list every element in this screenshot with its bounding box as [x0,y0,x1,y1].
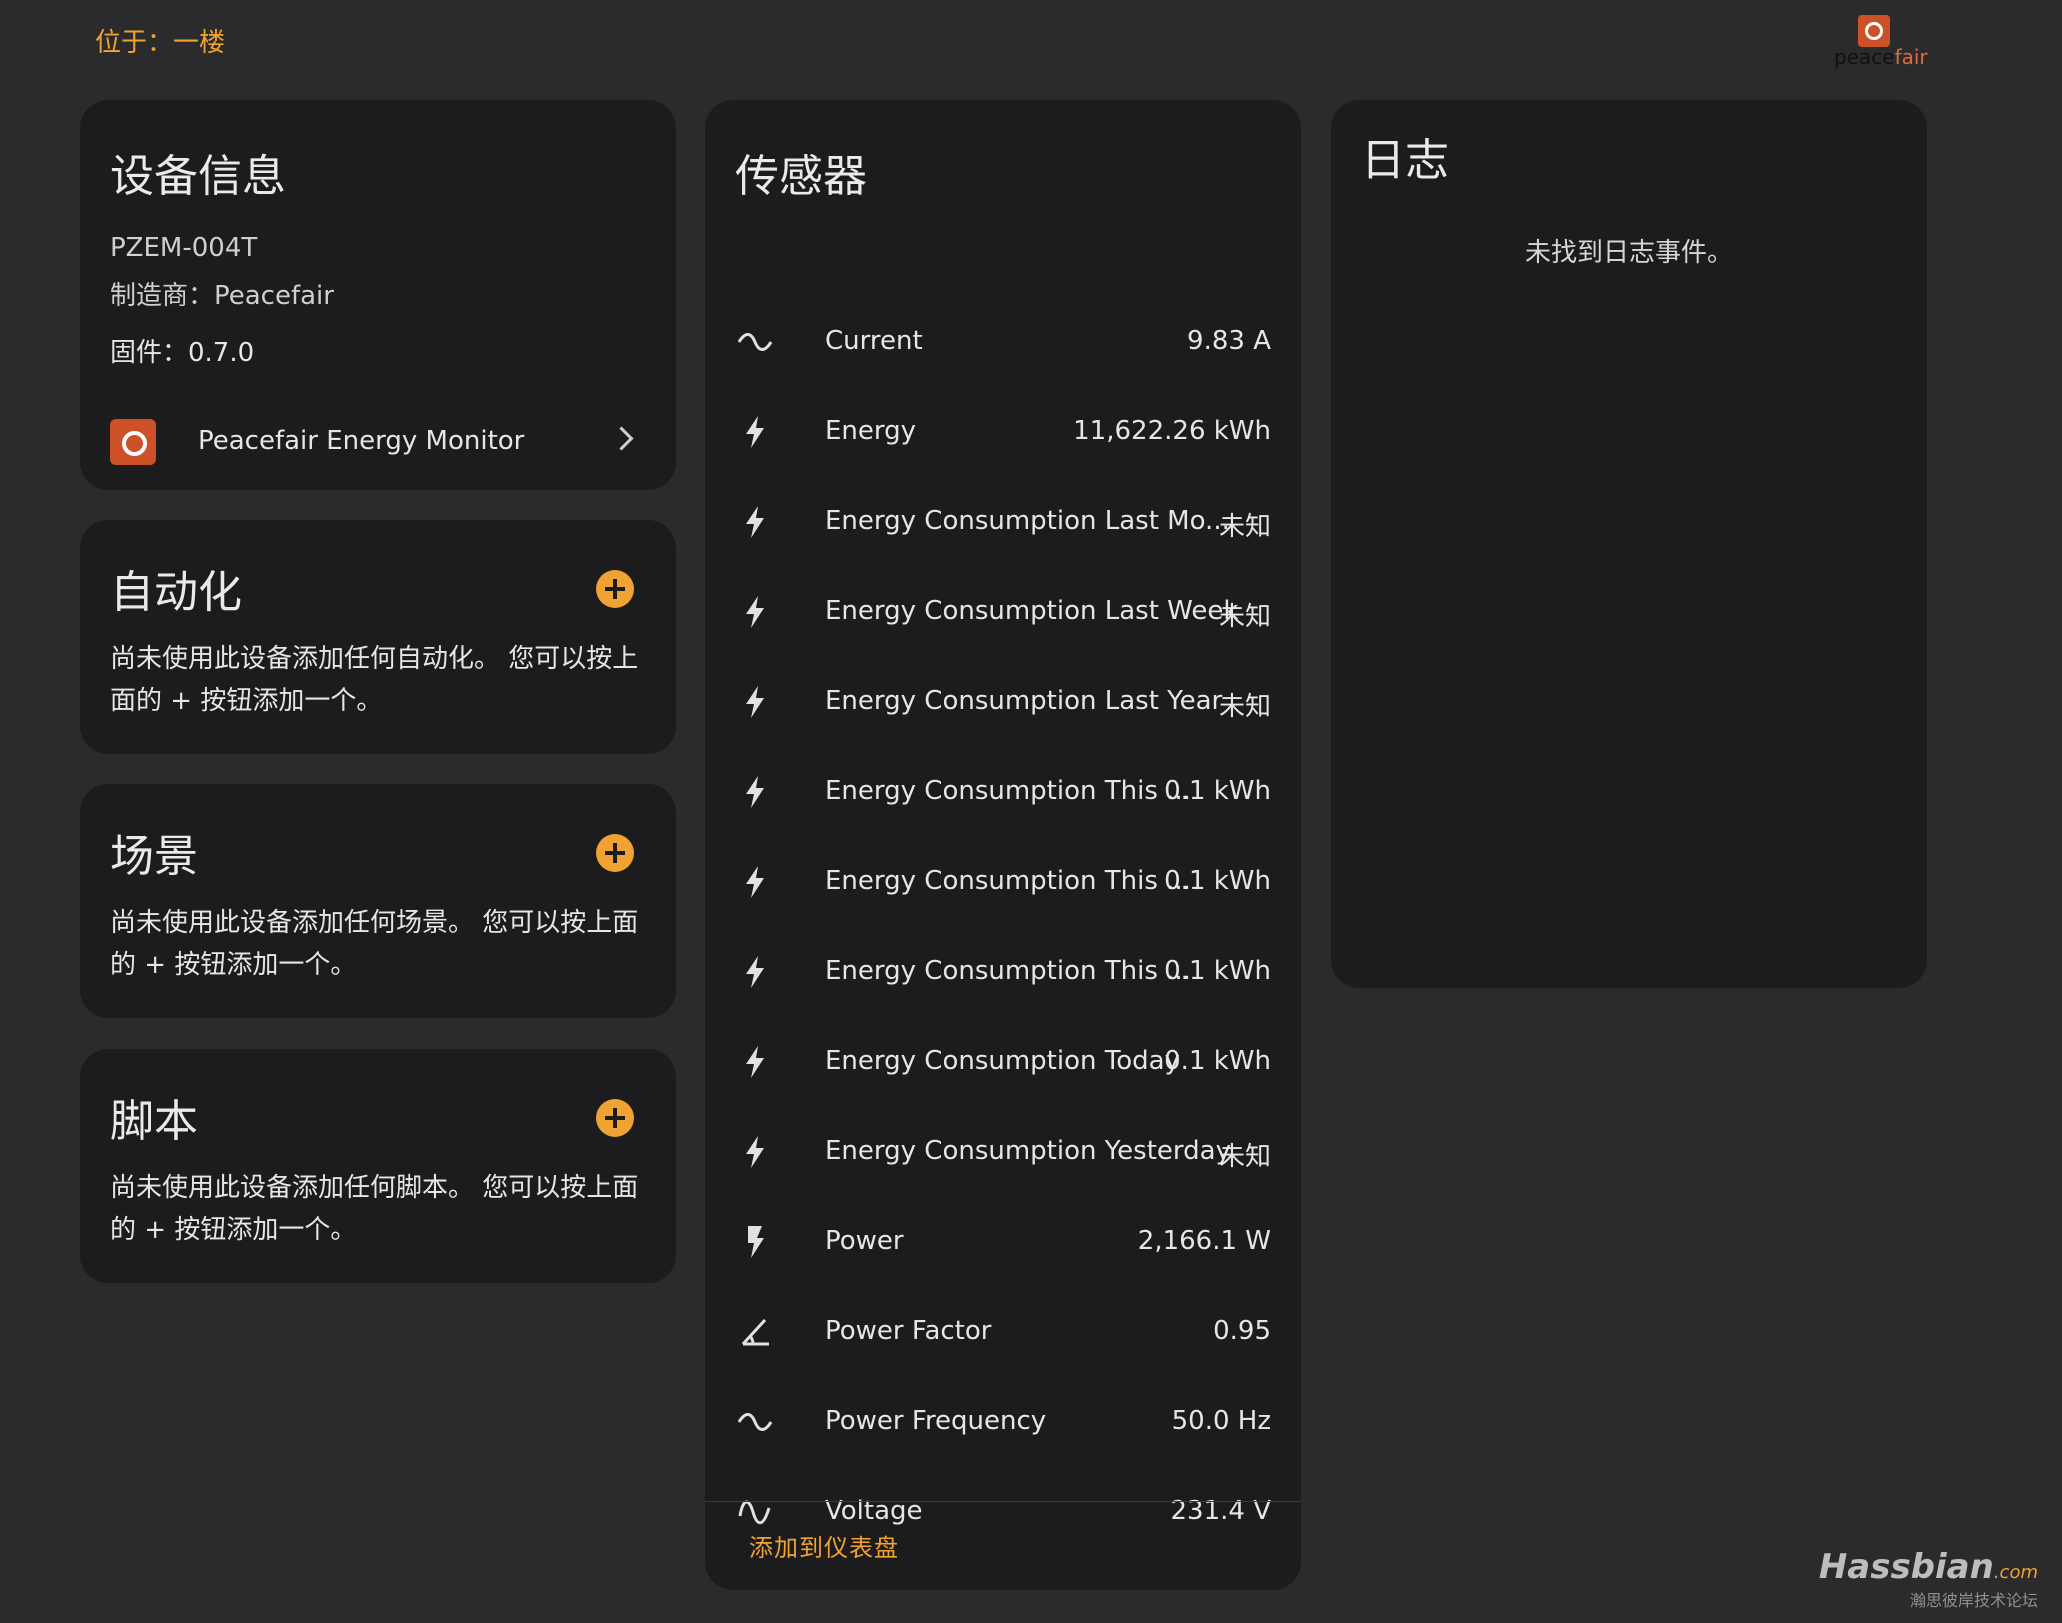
sensor-name: Energy Consumption Last Mo... [825,506,1230,536]
sensor-value: 0.1 kWh [1164,956,1271,986]
sensor-row[interactable]: Energy Consumption Today 0.1 kWh [705,1032,1301,1092]
automation-title: 自动化 [110,567,242,618]
sensor-value: 未知 [1218,1142,1271,1172]
sensor-value: 0.95 [1213,1316,1271,1346]
sensor-row[interactable]: Energy 11,622.26 kWh [705,402,1301,462]
sensor-value: 0.1 kWh [1164,866,1271,896]
lightning-icon [737,594,773,630]
brand-word-b: fair [1894,45,1928,69]
lightning-icon [737,684,773,720]
add-script-button[interactable] [596,1099,634,1137]
sensor-value: 未知 [1218,692,1271,722]
logbook-card: 日志 未找到日志事件。 [1331,100,1927,988]
logbook-empty-text: 未找到日志事件。 [1524,238,1733,268]
lightning-icon [737,1044,773,1080]
sensor-name: Energy Consumption This ... [825,956,1191,986]
add-scene-button[interactable] [596,834,634,872]
location-breadcrumb[interactable]: 位于：一楼 [95,22,225,59]
scripts-empty-text: 尚未使用此设备添加任何脚本。 您可以按上面的 + 按钮添加一个。 [110,1173,639,1245]
brand-word-a: peace [1834,45,1895,69]
sensors-card: 传感器 Current 9.83 A Energy 11,622.26 kWh Ener… [705,100,1301,1590]
lightning-icon [737,1134,773,1170]
sensor-name: Current [825,326,923,356]
sensor-value: 未知 [1218,602,1271,632]
sensor-name: Energy Consumption This ... [825,866,1191,896]
angle-icon [737,1314,773,1350]
watermark-sub: 瀚思彼岸技术论坛 [1909,1591,2038,1610]
scenes-title: 场景 [110,831,198,882]
sensor-name: Power [825,1226,904,1256]
scenes-empty-text: 尚未使用此设备添加任何场景。 您可以按上面的 + 按钮添加一个。 [110,908,639,980]
device-model: PZEM-004T [110,233,258,263]
sensor-row[interactable]: Energy Consumption Last Mo... 未知 [705,492,1301,552]
lightning-icon [737,504,773,540]
lightning-icon [737,864,773,900]
sensor-row[interactable]: Current 9.83 A [705,312,1301,372]
sensor-name: Energy Consumption Last Week [825,596,1239,626]
sensor-value: 0.1 kWh [1164,776,1271,806]
sensor-row[interactable]: Power Factor 0.95 [705,1302,1301,1362]
sensor-row[interactable]: Energy Consumption This ... 0.1 kWh [705,852,1301,912]
sensor-row[interactable]: Power Frequency 50.0 Hz [705,1392,1301,1452]
logbook-title: 日志 [1361,135,1449,186]
sensor-value: 0.1 kWh [1164,1046,1271,1076]
automation-card: 自动化 尚未使用此设备添加任何自动化。 您可以按上面的 + 按钮添加一个。 [80,520,676,754]
brand-logo-icon [1858,15,1890,47]
lightning-icon [737,774,773,810]
sensor-value: 11,622.26 kWh [1073,416,1271,446]
sine-wave-icon [737,1404,773,1440]
lightning-icon [737,954,773,990]
scripts-title: 脚本 [110,1096,198,1147]
sensor-row[interactable]: Energy Consumption Last Year 未知 [705,672,1301,732]
watermark-main: Hassbian [1818,1547,1994,1587]
sensor-name: Energy Consumption Last Year [825,686,1223,716]
sensor-value: 50.0 Hz [1171,1406,1271,1436]
sensor-row[interactable]: Energy Consumption This ... 0.1 kWh [705,942,1301,1002]
brand-logo: peacefair [1822,15,1928,75]
sensor-row[interactable]: Power 2,166.1 W [705,1212,1301,1272]
flash-icon [737,1224,773,1260]
add-to-dashboard-button[interactable]: 添加到仪表盘 [749,1528,899,1563]
peacefair-icon [110,419,156,465]
scripts-card: 脚本 尚未使用此设备添加任何脚本。 您可以按上面的 + 按钮添加一个。 [80,1049,676,1283]
sensor-name: Energy Consumption This ... [825,776,1191,806]
add-automation-button[interactable] [596,570,634,608]
brand-wordmark: peacefair [1834,45,1928,69]
device-info-card: 设备信息 PZEM-004T 制造商：Peacefair 固件：0.7.0 Pe… [80,100,676,490]
sensor-row[interactable]: Energy Consumption This ... 0.1 kWh [705,762,1301,822]
sensor-name: Energy Consumption Yesterday [825,1136,1231,1166]
sensors-footer: 添加到仪表盘 [705,1501,1301,1590]
sine-wave-icon [737,324,773,360]
watermark: Hassbian.com 瀚思彼岸技术论坛 [1819,1547,2038,1611]
sensor-name: Power Frequency [825,1406,1047,1436]
lightning-icon [737,414,773,450]
device-integration-link[interactable]: Peacefair Energy Monitor [110,412,650,472]
sensor-name: Energy Consumption Today [825,1046,1180,1076]
sensor-row[interactable]: Energy Consumption Last Week 未知 [705,582,1301,642]
device-manufacturer: 制造商：Peacefair [110,281,334,311]
automation-empty-text: 尚未使用此设备添加任何自动化。 您可以按上面的 + 按钮添加一个。 [110,644,639,716]
scenes-card: 场景 尚未使用此设备添加任何场景。 您可以按上面的 + 按钮添加一个。 [80,784,676,1018]
sensor-value: 2,166.1 W [1137,1226,1271,1256]
watermark-com: .com [1993,1562,2038,1583]
device-firmware: 固件：0.7.0 [110,338,255,368]
sensor-row[interactable]: Energy Consumption Yesterday 未知 [705,1122,1301,1182]
sensors-title: 传感器 [735,151,867,202]
sensor-name: Power Factor [825,1316,992,1346]
sensor-value: 9.83 A [1187,326,1271,356]
device-info-title: 设备信息 [110,151,286,202]
device-integration-label: Peacefair Energy Monitor [198,426,525,456]
sensor-value: 未知 [1218,512,1271,542]
sensor-name: Energy [825,416,917,446]
chevron-right-icon [609,426,634,451]
